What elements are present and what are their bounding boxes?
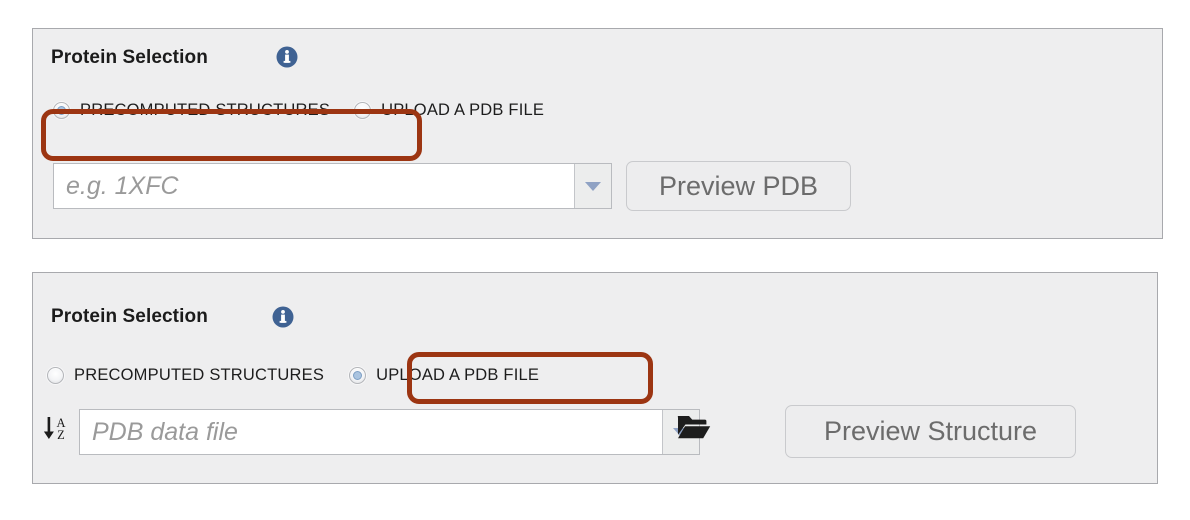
info-icon[interactable] <box>272 306 294 328</box>
preview-pdb-button[interactable]: Preview PDB <box>626 161 851 211</box>
radio-label-precomputed-structures: PRECOMPUTED STRUCTURES <box>80 101 331 119</box>
sort-az-icon[interactable]: A Z <box>40 413 70 443</box>
protein-source-radio-group: PRECOMPUTED STRUCTURES UPLOAD A PDB FILE <box>53 101 544 120</box>
page-title: Protein Selection <box>51 306 208 327</box>
info-icon[interactable] <box>276 46 298 68</box>
pdb-file-combobox[interactable]: PDB data file <box>79 409 700 455</box>
preview-structure-button[interactable]: Preview Structure <box>785 405 1076 458</box>
chevron-down-icon[interactable] <box>574 164 611 208</box>
radio-option-upload-a-pdb-file[interactable]: UPLOAD A PDB FILE <box>349 366 539 385</box>
radio-option-precomputed-structures[interactable]: PRECOMPUTED STRUCTURES <box>47 366 324 385</box>
radio-label-precomputed-structures: PRECOMPUTED STRUCTURES <box>74 366 325 384</box>
radio-button-precomputed-structures[interactable] <box>53 102 70 119</box>
radio-button-upload-a-pdb-file[interactable] <box>354 102 372 119</box>
open-folder-icon[interactable] <box>677 412 711 442</box>
radio-label-upload-a-pdb-file: UPLOAD A PDB FILE <box>376 366 540 384</box>
protein-selection-panel-upload: Protein Selection PRECOMPUTED STRUCTURES… <box>32 272 1158 484</box>
pdb-id-input[interactable]: e.g. 1XFC <box>54 164 574 208</box>
radio-option-upload-a-pdb-file[interactable]: UPLOAD A PDB FILE <box>354 101 544 120</box>
svg-text:Z: Z <box>57 428 65 442</box>
radio-button-upload-a-pdb-file[interactable] <box>349 367 367 384</box>
radio-button-precomputed-structures[interactable] <box>47 367 64 384</box>
protein-selection-panel-precomputed: Protein Selection PRECOMPUTED STRUCTURES… <box>32 28 1163 239</box>
protein-source-radio-group: PRECOMPUTED STRUCTURES UPLOAD A PDB FILE <box>47 366 539 385</box>
pdb-file-input[interactable]: PDB data file <box>80 410 662 454</box>
radio-option-precomputed-structures[interactable]: PRECOMPUTED STRUCTURES <box>53 101 330 120</box>
pdb-id-combobox[interactable]: e.g. 1XFC <box>53 163 612 209</box>
radio-label-upload-a-pdb-file: UPLOAD A PDB FILE <box>381 101 545 119</box>
page-title: Protein Selection <box>51 47 208 68</box>
